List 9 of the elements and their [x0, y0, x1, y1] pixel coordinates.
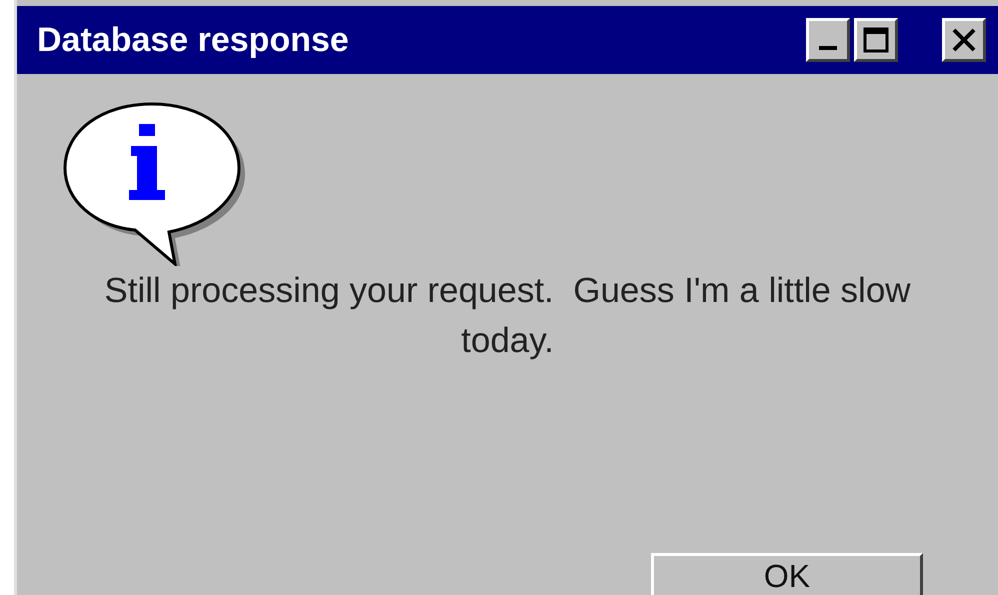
maximize-button[interactable]: [854, 18, 898, 62]
close-icon: [951, 27, 977, 53]
minimize-icon: [819, 46, 837, 50]
close-button[interactable]: [942, 18, 986, 62]
window-title: Database response: [37, 20, 350, 60]
minimize-button[interactable]: [806, 18, 850, 62]
maximize-icon: [863, 27, 889, 53]
message-text: Still processing your request. Guess I'm a little slow today.: [103, 270, 912, 362]
ok-button[interactable]: OK: [651, 553, 923, 595]
